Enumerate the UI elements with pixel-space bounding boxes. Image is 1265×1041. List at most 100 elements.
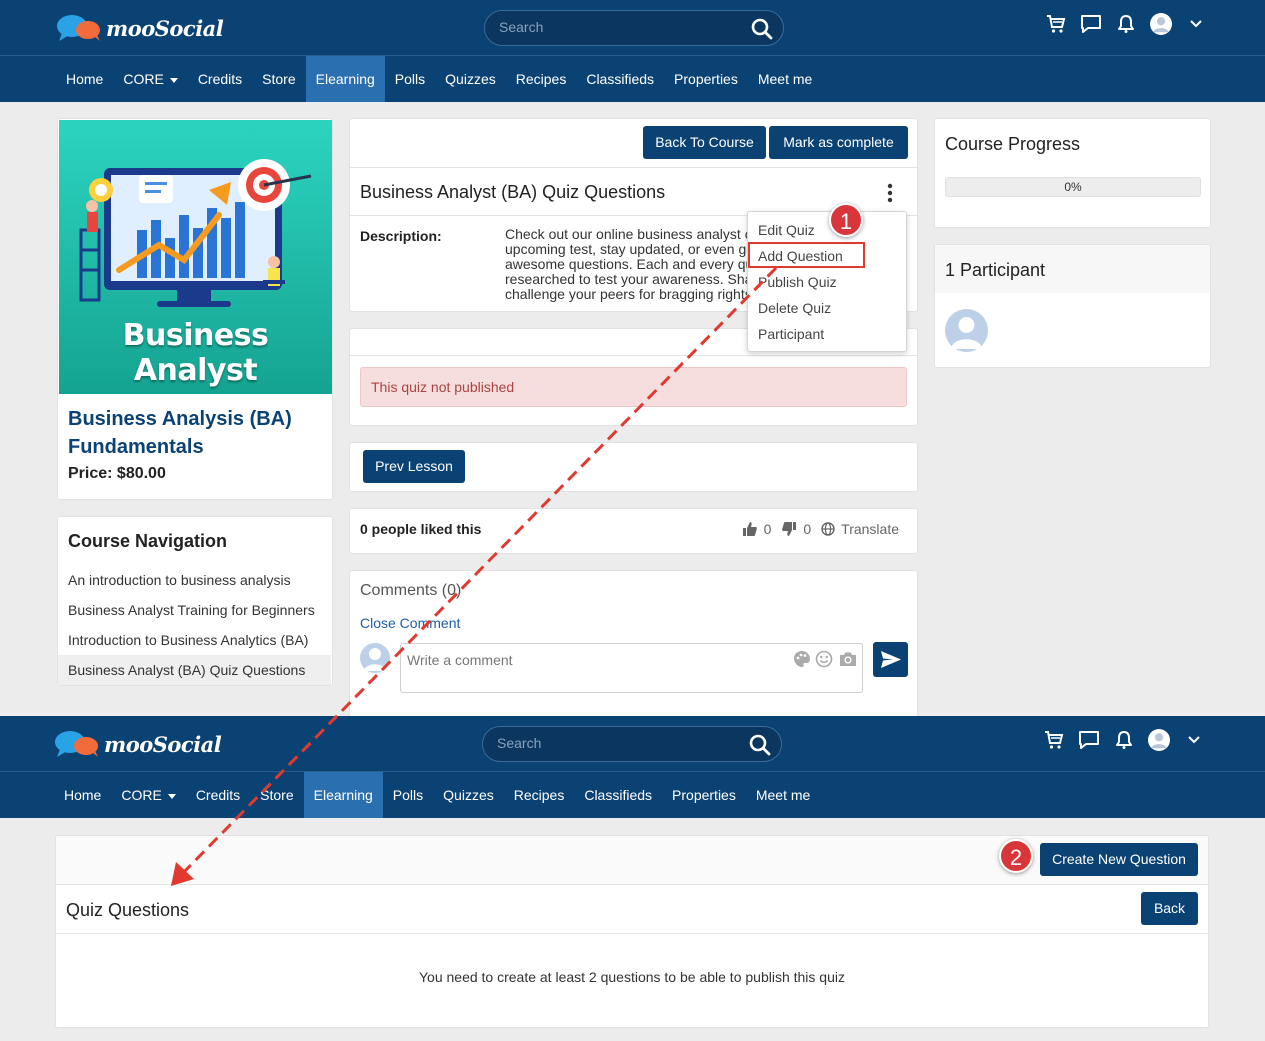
menu-participant[interactable]: Participant — [758, 326, 824, 342]
nav-recipes[interactable]: Recipes — [504, 772, 575, 818]
create-new-question-button[interactable]: Create New Question — [1040, 843, 1198, 876]
send-icon — [881, 651, 901, 668]
user-avatar[interactable] — [1150, 13, 1172, 35]
user-avatar[interactable] — [1148, 729, 1170, 751]
close-comment-link[interactable]: Close Comment — [360, 615, 460, 631]
translate-link[interactable]: Translate — [841, 521, 899, 537]
mark-complete-button[interactable]: Mark as complete — [769, 126, 908, 159]
card-divider — [56, 884, 1208, 885]
logo-text: mooSocial — [106, 15, 224, 41]
bell-icon[interactable] — [1115, 13, 1137, 35]
course-price: Price: $80.00 — [68, 465, 166, 482]
more-options-icon[interactable] — [886, 183, 894, 203]
description-line: awesome questions. Each and every qu — [505, 256, 754, 272]
bell-icon[interactable] — [1113, 729, 1135, 751]
participants-title: 1 Participant — [945, 260, 1046, 280]
quiz-title: Business Analyst (BA) Quiz Questions — [360, 182, 666, 202]
highlight-box — [748, 242, 865, 268]
nav-core[interactable]: CORE — [113, 56, 187, 102]
nav-meet-me[interactable]: Meet me — [746, 772, 820, 818]
palette-icon[interactable] — [793, 650, 811, 673]
nav-core[interactable]: CORE — [111, 772, 185, 818]
cart-icon[interactable] — [1045, 13, 1067, 35]
nav-core-label: CORE — [123, 71, 164, 87]
course-navigation: Course Navigation An introduction to bus… — [57, 516, 333, 686]
nav-home[interactable]: Home — [54, 772, 111, 818]
nav-quizzes[interactable]: Quizzes — [433, 772, 504, 818]
site-logo[interactable]: mooSocial — [54, 729, 222, 759]
nav-store[interactable]: Store — [250, 772, 303, 818]
description-line: upcoming test, stay updated, or even ge — [505, 241, 755, 257]
likes-text: 0 people liked this — [360, 521, 482, 537]
prev-lesson-button[interactable]: Prev Lesson — [363, 450, 465, 483]
logo-bubbles-icon — [57, 15, 100, 41]
nav-polls[interactable]: Polls — [383, 772, 433, 818]
chevron-down-icon[interactable] — [1185, 13, 1207, 35]
quiz-status-divider — [350, 355, 917, 356]
messages-icon[interactable] — [1078, 729, 1100, 751]
menu-publish-quiz[interactable]: Publish Quiz — [758, 274, 837, 290]
nav-properties[interactable]: Properties — [664, 56, 748, 102]
search-box[interactable] — [484, 10, 784, 46]
nav-classifieds[interactable]: Classifieds — [574, 772, 662, 818]
nav-elearning[interactable]: Elearning — [305, 56, 385, 102]
publish-requirement-message: You need to create at least 2 questions … — [418, 969, 845, 985]
description-line: Check out our online business analyst c — [505, 226, 752, 242]
not-published-alert: This quiz not published — [360, 367, 907, 407]
like-count: 0 — [763, 521, 772, 537]
cart-icon[interactable] — [1043, 729, 1065, 751]
site-logo[interactable]: mooSocial — [56, 13, 224, 43]
course-navigation-title: Course Navigation — [68, 531, 228, 551]
course-nav-item-current[interactable]: Business Analyst (BA) Quiz Questions — [58, 655, 331, 685]
nav-elearning[interactable]: Elearning — [303, 772, 383, 818]
dislike-count: 0 — [803, 521, 812, 537]
progress-bar: 0% — [945, 177, 1201, 197]
likes-card: 0 people liked this 0 0 Translate — [349, 508, 918, 554]
main-nav: Home CORE Credits Store Elearning Polls … — [0, 56, 1265, 102]
course-image[interactable]: Business Analyst — [59, 120, 332, 394]
course-nav-item[interactable]: An introduction to business analysis — [58, 565, 331, 595]
back-button[interactable]: Back — [1141, 892, 1198, 925]
nav-home[interactable]: Home — [56, 56, 113, 102]
chevron-down-icon[interactable] — [1183, 729, 1205, 751]
search-input[interactable] — [497, 735, 737, 751]
search-box[interactable] — [482, 726, 782, 762]
quiz-card-divider — [350, 167, 917, 168]
send-comment-button[interactable] — [873, 642, 908, 677]
nav-store[interactable]: Store — [252, 56, 305, 102]
nav-quizzes[interactable]: Quizzes — [435, 56, 506, 102]
course-title[interactable]: Business Analysis (BA) Fundamentals — [68, 405, 318, 461]
course-nav-item[interactable]: Introduction to Business Analytics (BA) — [58, 625, 331, 655]
comment-box[interactable]: Write a comment — [400, 643, 863, 693]
course-nav-item[interactable]: Business Analyst Training for Beginners — [58, 595, 331, 625]
nav-recipes[interactable]: Recipes — [506, 56, 577, 102]
emoji-icon[interactable] — [815, 650, 833, 673]
header-icons — [1043, 729, 1205, 751]
comment-input[interactable]: Write a comment — [407, 652, 513, 668]
thumbs-up-icon[interactable] — [742, 521, 758, 537]
search-input[interactable] — [499, 19, 739, 35]
description-label: Description: — [360, 228, 442, 244]
search-icon[interactable] — [749, 734, 771, 756]
quiz-questions-card: Create New Question Quiz Questions Back … — [55, 835, 1209, 1028]
card-divider — [56, 933, 1208, 934]
nav-meet-me[interactable]: Meet me — [748, 56, 822, 102]
course-card: Business Analyst Business Analysis (BA) … — [57, 118, 333, 500]
menu-edit-quiz[interactable]: Edit Quiz — [758, 222, 815, 238]
nav-classifieds[interactable]: Classifieds — [576, 56, 664, 102]
menu-delete-quiz[interactable]: Delete Quiz — [758, 300, 831, 316]
back-to-course-button[interactable]: Back To Course — [643, 126, 766, 159]
nav-credits[interactable]: Credits — [188, 56, 252, 102]
step-marker-2: 2 — [999, 839, 1033, 873]
search-icon[interactable] — [751, 18, 773, 40]
nav-credits[interactable]: Credits — [186, 772, 250, 818]
quiz-questions-title: Quiz Questions — [66, 900, 190, 920]
thumbs-down-icon[interactable] — [781, 521, 797, 537]
nav-properties[interactable]: Properties — [662, 772, 746, 818]
nav-polls[interactable]: Polls — [385, 56, 435, 102]
messages-icon[interactable] — [1080, 13, 1102, 35]
comments-card: Comments (0) Close Comment Write a comme… — [349, 570, 918, 716]
nav-core-label: CORE — [121, 787, 162, 803]
camera-icon[interactable] — [838, 650, 858, 673]
participant-avatar[interactable] — [945, 309, 988, 352]
